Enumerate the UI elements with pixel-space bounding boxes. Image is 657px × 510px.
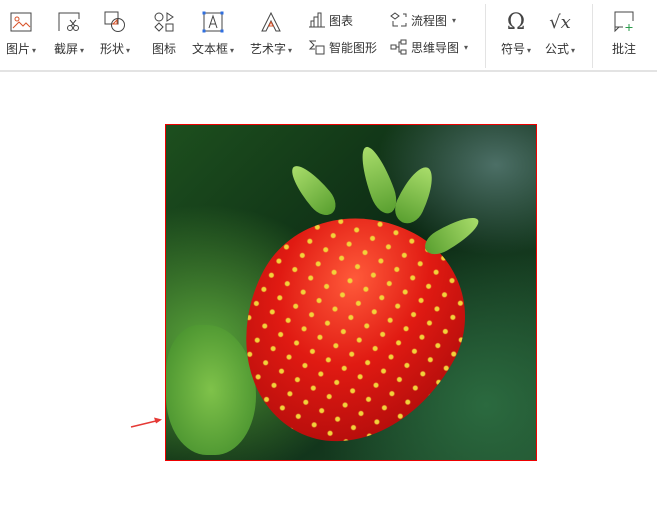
picture-label: 图片: [6, 42, 31, 56]
smartart-button[interactable]: 智能图形: [308, 38, 377, 56]
sepal-shape: [284, 159, 342, 221]
chevron-down-icon: ▾: [32, 46, 37, 55]
wordart-label: 艺术字: [250, 42, 287, 56]
formula-label: 公式: [545, 42, 570, 56]
chevron-down-icon: ▾: [230, 46, 235, 55]
omega-icon: Ω: [506, 9, 526, 35]
chevron-down-icon: ▾: [452, 15, 457, 25]
chart-label: 图表: [329, 13, 354, 28]
symbol-button[interactable]: Ω 符号 ▾: [501, 0, 531, 70]
mindmap-icon: [390, 39, 407, 55]
flowchart-button[interactable]: 流程图 ▾: [390, 11, 456, 29]
chevron-down-icon: ▾: [571, 46, 576, 55]
divider: [485, 4, 486, 68]
flowchart-label: 流程图: [411, 13, 448, 28]
chart-button[interactable]: 图表: [308, 11, 353, 29]
screenshot-button[interactable]: 截屏 ▾: [54, 0, 84, 70]
chevron-down-icon: ▾: [288, 46, 293, 55]
comment-button[interactable]: 批注: [611, 0, 637, 70]
smartart-label: 智能图形: [329, 40, 378, 55]
chevron-down-icon: ▾: [80, 46, 85, 55]
chevron-down-icon: ▾: [464, 42, 469, 52]
smartart-icon: [308, 40, 325, 55]
leaf-shape: [166, 325, 256, 455]
scissors-icon: [56, 10, 82, 34]
sepal-shape: [389, 161, 441, 229]
textbox-button[interactable]: 文本框 ▾: [192, 0, 234, 70]
icons-icon: [151, 10, 177, 34]
symbol-label: 符号: [501, 42, 526, 56]
sqrt-icon: √x: [549, 11, 571, 33]
divider: [592, 4, 593, 68]
chevron-down-icon: ▾: [527, 46, 532, 55]
wordart-icon: [258, 10, 284, 34]
sepal-shape: [420, 210, 484, 260]
picture-icon: [8, 10, 34, 34]
textbox-icon: [200, 10, 226, 34]
chart-icon: [309, 12, 325, 28]
screenshot-label: 截屏: [54, 42, 79, 56]
mindmap-button[interactable]: 思维导图 ▾: [390, 38, 468, 56]
ribbon-toolbar: 图片 ▾ 截屏 ▾ 形状 ▾ 图标 文本框 ▾ 艺术字 ▾ 图表 智能图形 流程图 ▾ 思维…: [0, 0, 657, 72]
flowchart-icon: [390, 12, 407, 27]
shapes-icon: [102, 10, 128, 34]
formula-button[interactable]: √x 公式 ▾: [545, 0, 575, 70]
wordart-button[interactable]: 艺术字 ▾: [250, 0, 292, 70]
chevron-down-icon: ▾: [126, 46, 131, 55]
selected-strawberry-image[interactable]: [165, 124, 537, 461]
picture-button[interactable]: 图片 ▾: [6, 0, 36, 70]
icon-label: 图标: [151, 42, 176, 56]
textbox-label: 文本框: [192, 42, 229, 56]
icon-button[interactable]: 图标: [151, 0, 177, 70]
shape-button[interactable]: 形状 ▾: [100, 0, 130, 70]
comment-label: 批注: [611, 42, 636, 56]
mindmap-label: 思维导图: [411, 40, 460, 55]
shape-label: 形状: [100, 42, 125, 56]
comment-add-icon: [611, 10, 637, 34]
red-arrow-annotation: [130, 417, 162, 428]
